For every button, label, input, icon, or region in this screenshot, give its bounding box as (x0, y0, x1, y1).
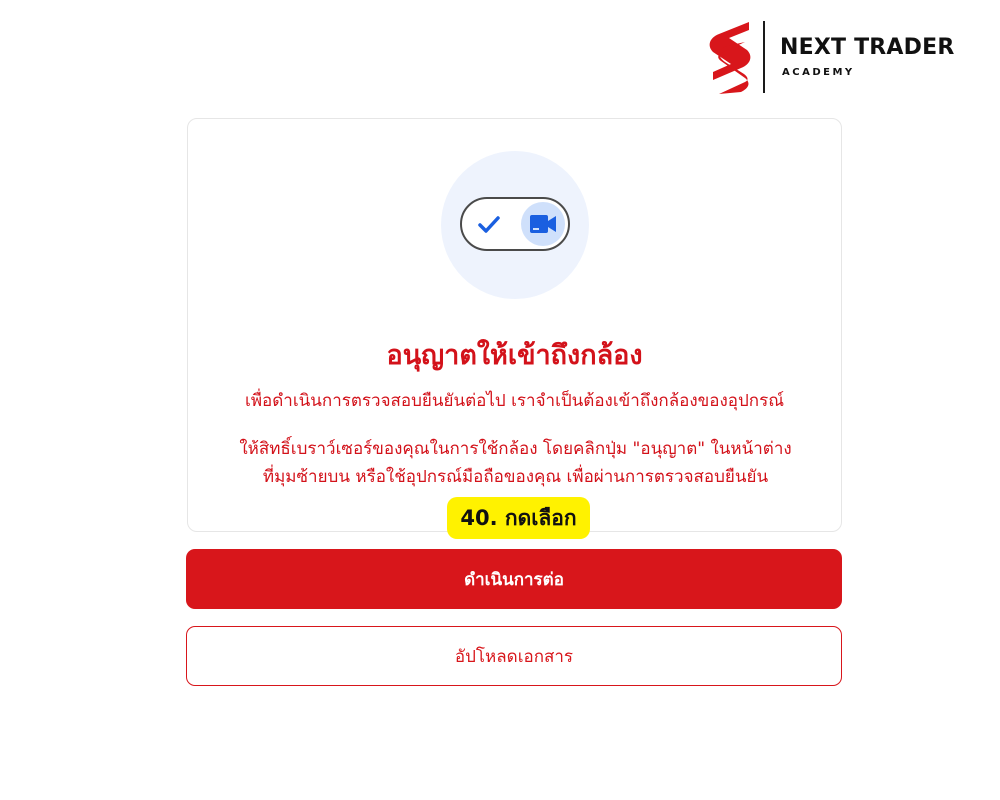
camera-knob (521, 202, 565, 246)
step-annotation-badge: 40. กดเลือก (447, 497, 590, 539)
instruction-line-2: ที่มุมซ้ายบน หรือใช้อุปกรณ์มือถือของคุณ … (262, 467, 769, 487)
instruction-line-1: ให้สิทธิ์เบราว์เซอร์ของคุณในการใช้กล้อง … (239, 439, 792, 459)
brand-title: NEXT TRADER (780, 34, 955, 60)
card-instructions: ให้สิทธิ์เบราว์เซอร์ของคุณในการใช้กล้อง … (208, 435, 823, 491)
logo-s-icon (709, 22, 751, 94)
permission-toggle-graphic (460, 197, 570, 251)
card-title: อนุญาตให้เข้าถึงกล้อง (386, 340, 643, 371)
brand-subtitle: ACADEMY (782, 66, 855, 78)
brand-logo: NEXT TRADER ACADEMY (705, 20, 954, 94)
camera-permission-card: อนุญาตให้เข้าถึงกล้อง เพื่อดำเนินการตรวจ… (187, 118, 842, 532)
upload-document-button[interactable]: อัปโหลดเอกสาร (186, 626, 842, 686)
page: NEXT TRADER ACADEMY อนุญาตให้เข้าถึงกล้อ… (0, 0, 1000, 800)
video-camera-icon (530, 215, 556, 233)
logo-divider (763, 21, 765, 93)
continue-button[interactable]: ดำเนินการต่อ (186, 549, 842, 609)
card-description: เพื่อดำเนินการตรวจสอบยืนยันต่อไป เราจำเป… (245, 391, 784, 411)
camera-permission-illustration (441, 151, 589, 299)
check-icon (478, 216, 500, 233)
